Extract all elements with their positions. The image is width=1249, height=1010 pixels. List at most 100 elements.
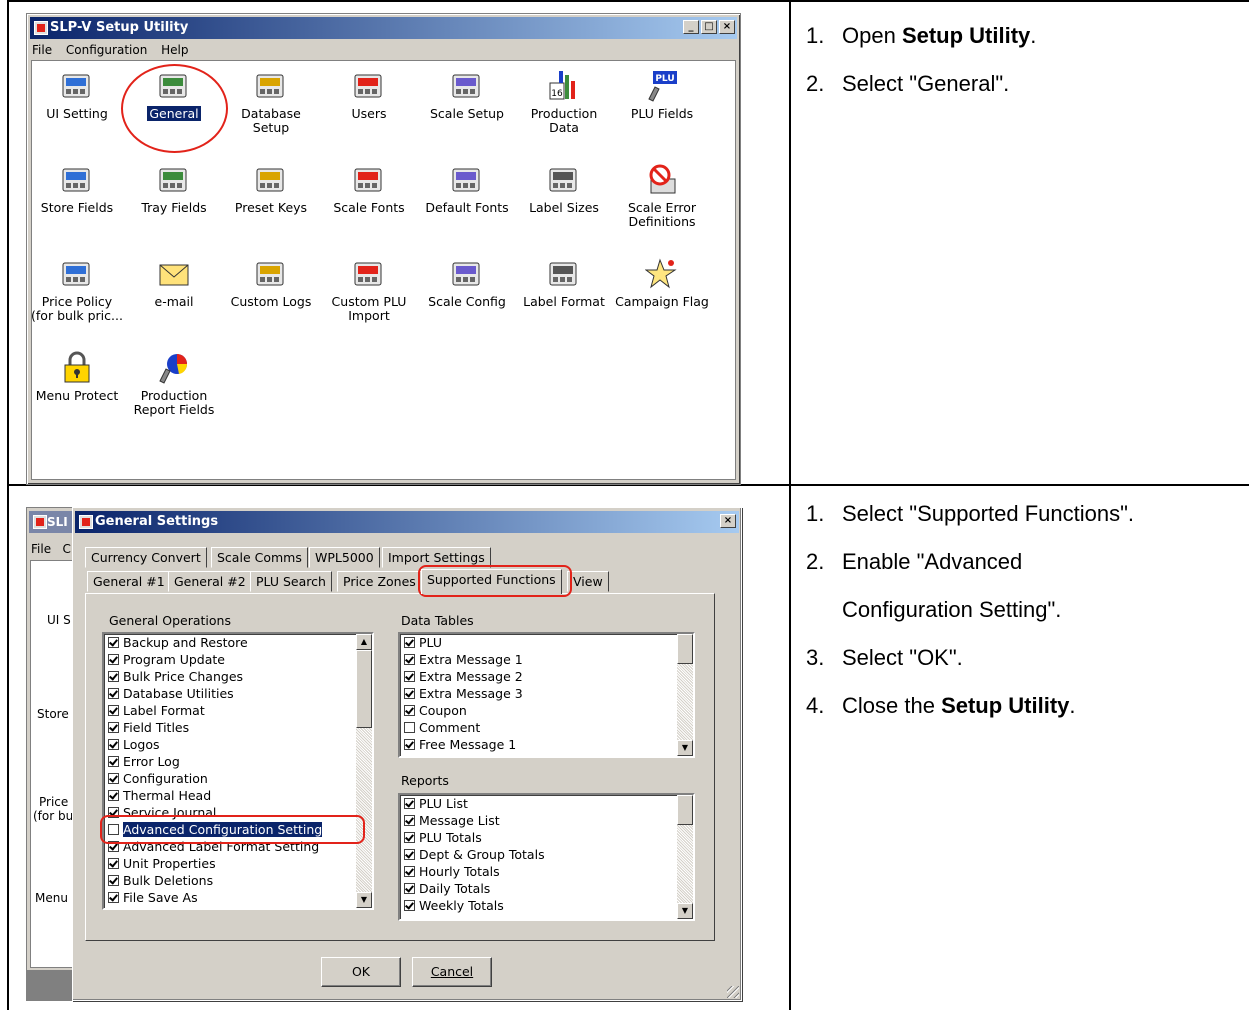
checkbox-checked[interactable]: [404, 832, 415, 843]
checkbox-checked[interactable]: [108, 739, 119, 750]
checkbox-row[interactable]: Program Update: [104, 651, 372, 668]
checkbox-row[interactable]: Weekly Totals: [400, 897, 693, 914]
checkbox-row[interactable]: Configuration: [104, 770, 372, 787]
data-tables-scrollbar[interactable]: ▼: [677, 634, 693, 756]
checkbox-checked[interactable]: [404, 688, 415, 699]
checkbox-row[interactable]: File Save As: [104, 889, 372, 906]
checkbox-row[interactable]: PLU: [400, 634, 693, 651]
checkbox-unchecked[interactable]: [404, 722, 415, 733]
tab-price-zones[interactable]: Price Zones: [337, 571, 422, 592]
checkbox-checked[interactable]: [404, 866, 415, 877]
checkbox-checked[interactable]: [108, 688, 119, 699]
checkbox-checked[interactable]: [108, 773, 119, 784]
checkbox-row[interactable]: Logos: [104, 736, 372, 753]
checkbox-row[interactable]: PLU List: [400, 795, 693, 812]
cancel-button[interactable]: Cancel: [412, 957, 492, 987]
checkbox-row[interactable]: Extra Message 1: [400, 651, 693, 668]
checkbox-row[interactable]: Field Titles: [104, 719, 372, 736]
tab-general-2[interactable]: General #2: [168, 571, 252, 592]
setup-item-database-setup[interactable]: Database Setup: [223, 69, 319, 135]
setup-item-default-fonts[interactable]: Default Fonts: [419, 163, 515, 215]
checkbox-row[interactable]: Free Message 1: [400, 736, 693, 753]
setup-item-scale-error-definitions[interactable]: Scale Error Definitions: [614, 163, 710, 229]
menu-help[interactable]: Help: [161, 43, 188, 57]
checkbox-checked[interactable]: [108, 858, 119, 869]
checkbox-checked[interactable]: [404, 671, 415, 682]
checkbox-checked[interactable]: [108, 756, 119, 767]
checkbox-checked[interactable]: [108, 637, 119, 648]
checkbox-row[interactable]: Bulk Deletions: [104, 872, 372, 889]
checkbox-row[interactable]: Database Utilities: [104, 685, 372, 702]
checkbox-checked[interactable]: [404, 849, 415, 860]
setup-item-price-policy-for-bulk-pric[interactable]: Price Policy (for bulk pric...: [29, 257, 125, 323]
checkbox-row[interactable]: Bulk Price Changes: [104, 668, 372, 685]
tab-plu-search[interactable]: PLU Search: [250, 571, 332, 592]
checkbox-checked[interactable]: [108, 722, 119, 733]
checkbox-row[interactable]: Message List: [400, 812, 693, 829]
checkbox-checked[interactable]: [404, 705, 415, 716]
dialog-titlebar[interactable]: General Settings ×: [75, 511, 739, 533]
checkbox-checked[interactable]: [108, 875, 119, 886]
checkbox-row[interactable]: Extra Message 2: [400, 668, 693, 685]
setup-item-custom-plu-import[interactable]: Custom PLU Import: [321, 257, 417, 323]
checkbox-checked[interactable]: [404, 815, 415, 826]
setup-item-label-format[interactable]: Label Format: [516, 257, 612, 309]
setup-item-custom-logs[interactable]: Custom Logs: [223, 257, 319, 309]
reports-scrollbar[interactable]: ▼: [677, 795, 693, 919]
setup-item-scale-fonts[interactable]: Scale Fonts: [321, 163, 417, 215]
setup-item-store-fields[interactable]: Store Fields: [29, 163, 125, 215]
scroll-down-icon[interactable]: ▼: [356, 892, 372, 908]
scroll-down-icon[interactable]: ▼: [677, 903, 693, 919]
setup-item-label-sizes[interactable]: Label Sizes: [516, 163, 612, 215]
checkbox-checked[interactable]: [404, 883, 415, 894]
checkbox-checked[interactable]: [404, 739, 415, 750]
checkbox-checked[interactable]: [404, 654, 415, 665]
scroll-thumb[interactable]: [356, 650, 372, 728]
minimize-button[interactable]: _: [683, 20, 699, 34]
checkbox-row[interactable]: Extra Message 3: [400, 685, 693, 702]
setup-item-ui-setting[interactable]: UI Setting: [29, 69, 125, 121]
scroll-thumb[interactable]: [677, 634, 693, 664]
tab-wpl5000[interactable]: WPL5000: [309, 547, 380, 568]
scroll-thumb[interactable]: [677, 795, 693, 825]
menu-configuration[interactable]: Configuration: [66, 43, 147, 57]
checkbox-checked[interactable]: [404, 900, 415, 911]
setup-item-scale-config[interactable]: Scale Config: [419, 257, 515, 309]
setup-item-menu-protect[interactable]: Menu Protect: [29, 351, 125, 403]
general-operations-scrollbar[interactable]: ▲ ▼: [356, 634, 372, 908]
setup-item-e-mail[interactable]: e-mail: [126, 257, 222, 309]
tab-view[interactable]: View: [567, 571, 609, 592]
checkbox-row[interactable]: Error Log: [104, 753, 372, 770]
checkbox-checked[interactable]: [108, 705, 119, 716]
checkbox-checked[interactable]: [108, 790, 119, 801]
dialog-close-button[interactable]: ×: [720, 514, 736, 528]
checkbox-checked[interactable]: [108, 892, 119, 903]
tab-currency-convert[interactable]: Currency Convert: [85, 547, 207, 568]
scroll-up-icon[interactable]: ▲: [356, 634, 372, 650]
menu-file[interactable]: File: [32, 43, 52, 57]
checkbox-checked[interactable]: [108, 654, 119, 665]
checkbox-row[interactable]: PLU Totals: [400, 829, 693, 846]
setup-item-preset-keys[interactable]: Preset Keys: [223, 163, 319, 215]
tab-general-1[interactable]: General #1: [87, 571, 171, 592]
checkbox-row[interactable]: Dept & Group Totals: [400, 846, 693, 863]
tab-supported-functions[interactable]: Supported Functions: [421, 569, 562, 594]
checkbox-checked[interactable]: [404, 798, 415, 809]
checkbox-row[interactable]: Label Format: [104, 702, 372, 719]
checkbox-checked[interactable]: [108, 671, 119, 682]
maximize-button[interactable]: □: [701, 20, 717, 34]
scroll-down-icon[interactable]: ▼: [677, 740, 693, 756]
ok-button[interactable]: OK: [321, 957, 401, 987]
checkbox-row[interactable]: Coupon: [400, 702, 693, 719]
tab-scale-comms[interactable]: Scale Comms: [211, 547, 308, 568]
setup-item-production-data[interactable]: 16 Production Data: [516, 69, 612, 135]
setup-item-campaign-flag[interactable]: Campaign Flag: [614, 257, 710, 309]
setup-item-plu-fields[interactable]: PLU PLU Fields: [614, 69, 710, 121]
setup-item-production-report-fields[interactable]: Production Report Fields: [126, 351, 222, 417]
checkbox-row[interactable]: Daily Totals: [400, 880, 693, 897]
checkbox-row[interactable]: Backup and Restore: [104, 634, 372, 651]
checkbox-row[interactable]: Comment: [400, 719, 693, 736]
setup-item-scale-setup[interactable]: Scale Setup: [419, 69, 515, 121]
checkbox-row[interactable]: Thermal Head: [104, 787, 372, 804]
checkbox-checked[interactable]: [404, 637, 415, 648]
